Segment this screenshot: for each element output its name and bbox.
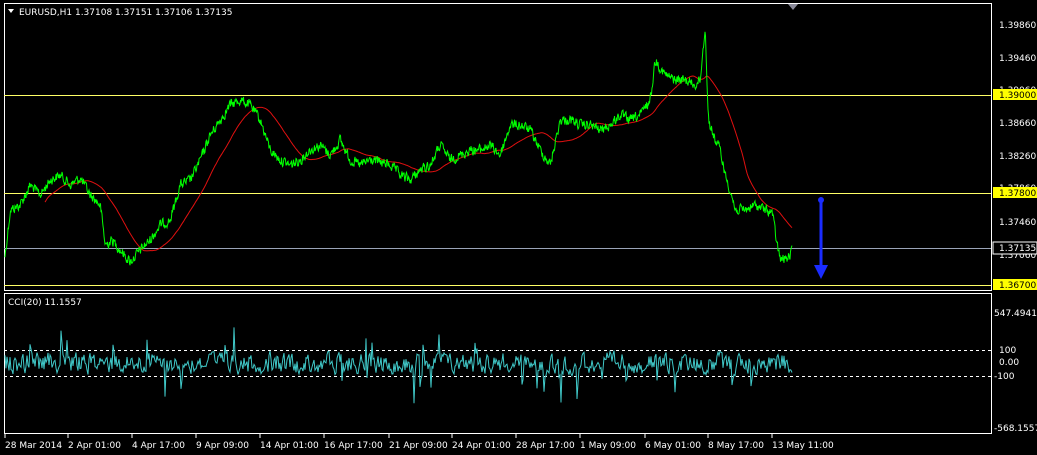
price-tick: 1.39460	[999, 54, 1036, 64]
chart-shift-marker-icon[interactable]	[788, 4, 798, 10]
price-tick: 1.38660	[999, 119, 1036, 129]
price-panel-frame	[4, 3, 992, 291]
cci-tick: 0.00	[999, 358, 1019, 368]
time-label: 4 Apr 17:00	[132, 441, 185, 451]
price-axis: 1.39860 1.39460 1.38660 1.38260 1.37460 …	[992, 21, 1037, 291]
level-label: 1.37800	[999, 189, 1036, 199]
level-label: 1.36700	[999, 281, 1036, 291]
moving-average-line	[44, 75, 793, 252]
time-label: 13 May 11:00	[772, 441, 834, 451]
time-label: 16 Apr 17:00	[324, 441, 383, 451]
price-line	[4, 31, 793, 266]
cci-header: CCI(20) 11.1557	[8, 298, 82, 308]
cci-line	[4, 327, 793, 404]
cci-tick: -100	[994, 372, 1015, 382]
time-label: 21 Apr 09:00	[389, 441, 448, 451]
price-tick: 1.37460	[999, 218, 1036, 228]
time-label: 9 Apr 09:00	[196, 441, 249, 451]
price-tick: 1.39860	[999, 21, 1036, 31]
menu-triangle-icon[interactable]	[8, 9, 14, 13]
time-axis: 28 Mar 2014 2 Apr 01:00 4 Apr 17:00 9 Apr 0…	[4, 434, 834, 451]
cci-tick: 547.4941	[994, 309, 1037, 319]
cci-axis: 547.4941 100 0.00 -100 -568.1557	[994, 309, 1037, 434]
chart-window[interactable]: EURUSD,H1 1.37108 1.37151 1.37106 1.3713…	[0, 0, 1037, 455]
time-label: 24 Apr 01:00	[452, 441, 511, 451]
current-price-label: 1.37135	[999, 244, 1036, 254]
time-label: 28 Mar 2014	[5, 441, 62, 451]
price-tick: 1.38260	[999, 152, 1036, 162]
time-label: 14 Apr 01:00	[260, 441, 319, 451]
time-label: 6 May 01:00	[645, 441, 701, 451]
symbol-header: EURUSD,H1 1.37108 1.37151 1.37106 1.3713…	[19, 8, 232, 18]
cci-tick: -568.1557	[994, 424, 1037, 434]
cci-tick: 100	[999, 346, 1016, 356]
time-label: 8 May 17:00	[708, 441, 764, 451]
time-label: 28 Apr 17:00	[516, 441, 575, 451]
down-arrow-object[interactable]	[814, 197, 828, 279]
level-label: 1.39000	[999, 91, 1036, 101]
time-label: 2 Apr 01:00	[68, 441, 121, 451]
time-label: 1 May 09:00	[580, 441, 636, 451]
